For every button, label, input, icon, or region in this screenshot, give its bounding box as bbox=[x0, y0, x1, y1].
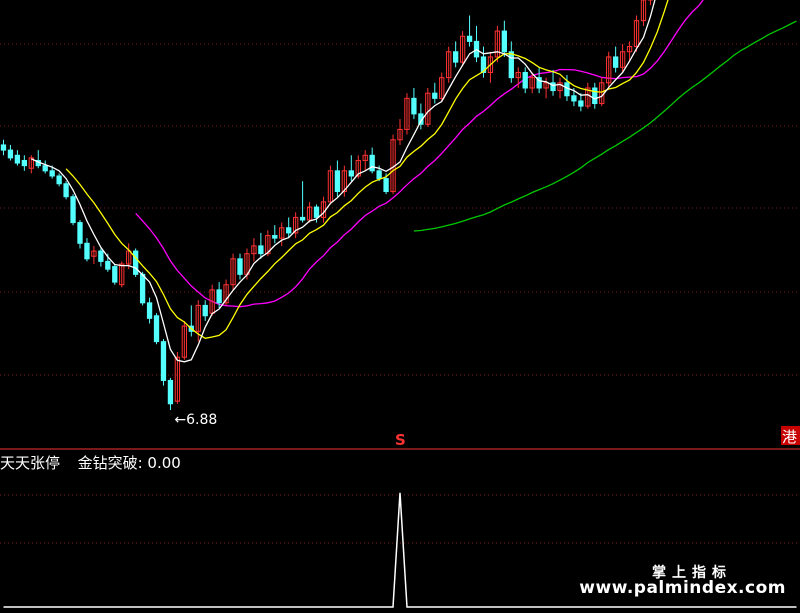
candle-down bbox=[112, 266, 118, 283]
candle-down bbox=[84, 242, 90, 260]
candle-down bbox=[432, 92, 438, 99]
candle-down bbox=[258, 245, 264, 255]
candle-down bbox=[564, 82, 570, 97]
indicator-name: 天天张停 bbox=[0, 454, 61, 472]
indicator-value: : 0.00 bbox=[137, 454, 181, 472]
candle-down bbox=[42, 165, 48, 172]
candle-down bbox=[146, 302, 153, 319]
watermark-url: www.palmindex.com bbox=[579, 578, 786, 598]
indicator-series-label: 金钻突破 bbox=[77, 454, 138, 472]
candle-down bbox=[7, 149, 14, 159]
candle-down bbox=[348, 170, 354, 177]
price-annotations: ←6.88 S 港 bbox=[174, 412, 800, 449]
candle-down bbox=[21, 159, 28, 167]
candle-down bbox=[501, 30, 508, 53]
candle-down bbox=[77, 222, 83, 244]
ma5-path bbox=[31, 0, 656, 363]
indicator-title: 天天张停 金钻突破: 0.00 bbox=[0, 453, 181, 473]
candle-down bbox=[299, 216, 306, 221]
candle-down bbox=[286, 227, 292, 234]
candle-down bbox=[383, 178, 389, 193]
candle-down bbox=[334, 170, 341, 193]
candle-down bbox=[49, 170, 55, 177]
candle-down bbox=[70, 196, 76, 224]
candle-down bbox=[105, 260, 111, 270]
ma10-line bbox=[65, 0, 669, 339]
candle-down bbox=[14, 154, 21, 164]
candle-down bbox=[411, 97, 417, 115]
candle-down bbox=[578, 100, 584, 107]
candle-down bbox=[376, 170, 382, 180]
candle-down bbox=[612, 56, 619, 68]
candle-down bbox=[508, 51, 514, 79]
candle-down bbox=[160, 341, 167, 381]
candlesticks bbox=[0, 0, 654, 410]
candle-down bbox=[132, 250, 139, 275]
right-edge-label: 港 bbox=[782, 428, 797, 446]
candle-down bbox=[571, 95, 577, 102]
candle-down bbox=[466, 35, 473, 42]
candle-down bbox=[0, 144, 7, 151]
candle-down bbox=[452, 51, 459, 63]
ma10-path bbox=[65, 0, 669, 339]
candle-down bbox=[202, 304, 208, 317]
candle-down bbox=[369, 154, 375, 172]
ma5-line bbox=[31, 0, 656, 363]
candle-down bbox=[167, 379, 174, 405]
candle-down bbox=[216, 289, 222, 304]
min-price-label: ←6.88 bbox=[174, 412, 217, 428]
candle-down bbox=[237, 258, 243, 275]
candle-down bbox=[522, 71, 528, 89]
candle-down bbox=[313, 206, 320, 218]
stock-chart: ←6.88 S 港 bbox=[0, 0, 800, 608]
candle-down bbox=[272, 235, 278, 239]
candle-down bbox=[98, 250, 104, 262]
candle-down bbox=[592, 87, 598, 105]
candle-down bbox=[56, 175, 62, 185]
candle-down bbox=[153, 315, 160, 343]
signal-marker: S bbox=[395, 431, 406, 449]
price-grid bbox=[0, 43, 800, 376]
candle-down bbox=[139, 273, 146, 304]
candle-down bbox=[63, 183, 69, 198]
